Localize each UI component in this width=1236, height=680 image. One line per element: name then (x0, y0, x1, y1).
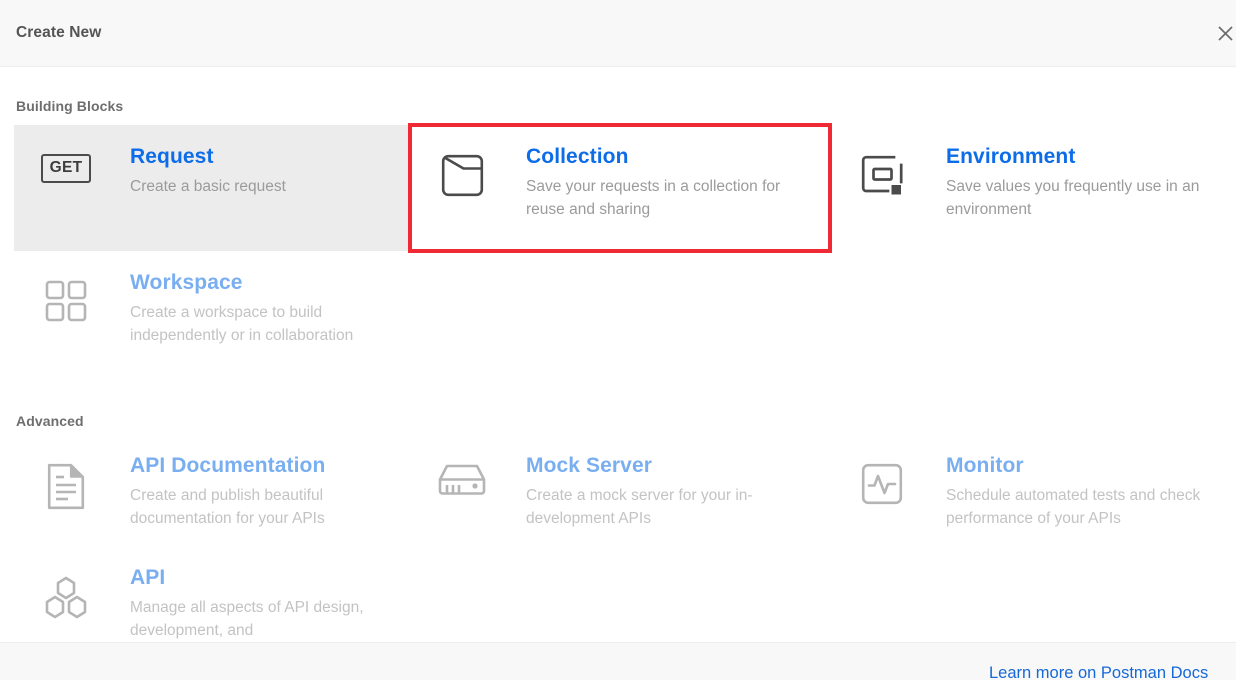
section-heading-building-blocks: Building Blocks (16, 98, 124, 114)
card-description: Schedule automated tests and check perfo… (946, 487, 1201, 527)
card-description: Save your requests in a collection for r… (526, 178, 781, 218)
document-page-icon (40, 452, 92, 510)
advanced-grid: API Documentation Create and publish bea… (0, 440, 1236, 642)
card-description: Create a mock server for your in-develop… (526, 487, 753, 527)
card-text: Collection Save your requests in a colle… (526, 143, 816, 221)
card-description: Manage all aspects of API design, develo… (130, 599, 364, 639)
monitor-pulse-icon (856, 452, 908, 505)
card-api[interactable]: API Manage all aspects of API design, de… (14, 552, 410, 642)
card-monitor[interactable]: Monitor Schedule automated tests and che… (830, 440, 1236, 552)
close-icon[interactable] (1207, 15, 1236, 51)
card-title: Monitor (946, 454, 1024, 477)
modal-scroll-region[interactable]: Building Blocks GET Request Create a bas… (0, 67, 1236, 642)
card-description: Create a basic request (130, 178, 286, 196)
get-method-badge-icon: GET (40, 143, 92, 183)
card-collection[interactable]: Collection Save your requests in a colle… (408, 123, 832, 253)
modal-header: Create New (0, 0, 1236, 67)
mock-server-rack-icon (436, 452, 488, 497)
modal-body: Building Blocks GET Request Create a bas… (0, 67, 1236, 642)
card-text: Monitor Schedule automated tests and che… (946, 452, 1222, 530)
card-title: Collection (526, 145, 629, 168)
create-new-modal: Create New Building Blocks GET Request C… (0, 0, 1236, 680)
card-description: Create and publish beautiful documentati… (130, 487, 325, 527)
card-text: Workspace Create a workspace to build in… (130, 269, 396, 347)
card-text: Environment Save values you frequently u… (946, 143, 1222, 221)
section-heading-advanced: Advanced (16, 413, 84, 429)
card-title: API Documentation (130, 454, 326, 477)
card-description: Save values you frequently use in an env… (946, 178, 1200, 218)
card-title: API (130, 566, 166, 589)
card-api-documentation[interactable]: API Documentation Create and publish bea… (14, 440, 410, 552)
workspace-grid-icon (40, 269, 92, 322)
card-title: Workspace (130, 271, 243, 294)
api-hexagons-icon (40, 564, 92, 621)
card-text: API Documentation Create and publish bea… (130, 452, 396, 530)
grid-spacer (410, 251, 830, 377)
card-text: Request Create a basic request (130, 143, 286, 199)
card-text: Mock Server Create a mock server for you… (526, 452, 816, 530)
card-workspace[interactable]: Workspace Create a workspace to build in… (14, 251, 410, 377)
card-environment[interactable]: Environment Save values you frequently u… (830, 125, 1236, 251)
grid-spacer (830, 251, 1236, 377)
card-title: Environment (946, 145, 1076, 168)
postman-docs-link[interactable]: Learn more on Postman Docs (989, 664, 1208, 680)
building-blocks-grid: GET Request Create a basic request Colle… (0, 123, 1236, 377)
card-title: Request (130, 145, 214, 168)
environment-square-icon (856, 143, 908, 199)
card-title: Mock Server (526, 454, 653, 477)
card-description: Create a workspace to build independentl… (130, 304, 354, 344)
card-request[interactable]: GET Request Create a basic request (14, 125, 410, 251)
page-title: Create New (16, 24, 102, 41)
card-text: API Manage all aspects of API design, de… (130, 564, 396, 642)
card-mock-server[interactable]: Mock Server Create a mock server for you… (410, 440, 830, 552)
collection-folder-icon (436, 143, 488, 197)
modal-footer: Learn more on Postman Docs (0, 642, 1236, 680)
